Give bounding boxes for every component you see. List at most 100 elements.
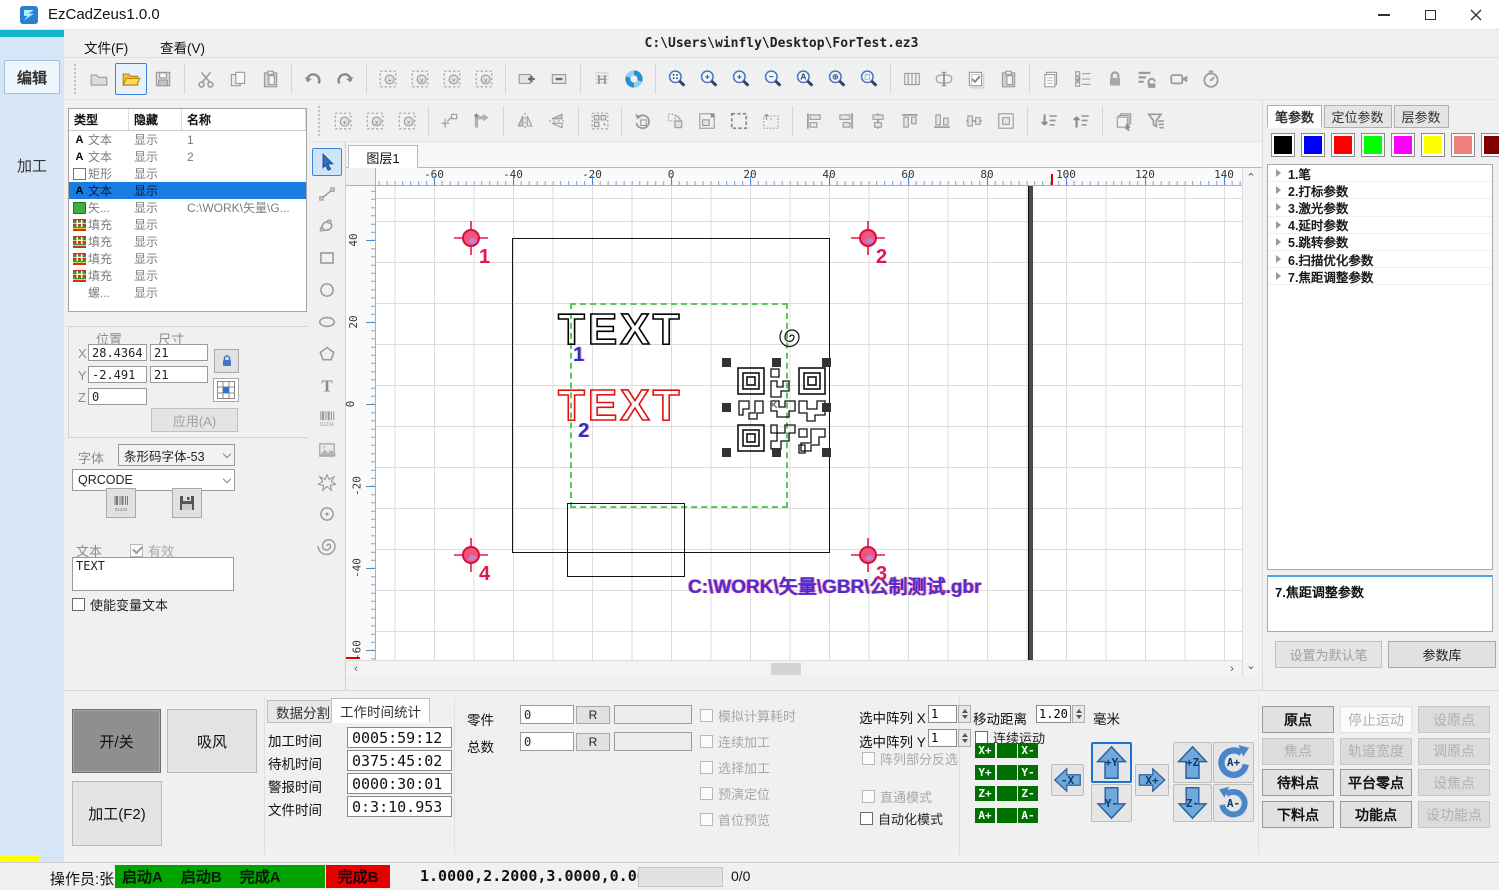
circle-tool[interactable] [312, 276, 342, 304]
object-hidden-state[interactable]: 显示 [129, 216, 182, 233]
zoom-object-icon[interactable]: ⊕ [821, 63, 853, 95]
pen-color-swatch[interactable] [1451, 133, 1475, 157]
pen-color-swatch[interactable] [1421, 133, 1445, 157]
curve-tool[interactable] [312, 212, 342, 240]
spinner-arrows-icon[interactable] [958, 729, 971, 747]
image-tool[interactable] [312, 436, 342, 464]
point-button-12[interactable]: 设功能点 [1418, 801, 1490, 828]
pen-color-swatch[interactable] [1481, 133, 1499, 157]
marquee-dotted-icon[interactable] [755, 105, 787, 137]
copy-layers-icon[interactable] [1108, 105, 1140, 137]
zoom-in-icon[interactable]: + [725, 63, 757, 95]
axis-X+-button[interactable]: X+ [975, 743, 995, 758]
spinner-arrows-icon[interactable] [958, 705, 971, 723]
select-pick-icon[interactable]: x [468, 63, 500, 95]
open-file-icon[interactable] [115, 63, 147, 95]
object-row[interactable]: A文本显示1 [69, 131, 306, 148]
mark-confirm-icon[interactable] [960, 63, 992, 95]
zoom-move-icon[interactable]: + [693, 63, 725, 95]
order-down-icon[interactable] [1033, 105, 1065, 137]
font-dropdown[interactable]: 条形码字体-53 [118, 444, 235, 466]
select-tool[interactable] [312, 148, 342, 176]
object-hidden-state[interactable]: 显示 [129, 182, 182, 199]
point-button-3[interactable]: 设原点 [1418, 706, 1490, 733]
array-y-input[interactable] [928, 729, 957, 747]
redo-icon[interactable] [329, 63, 361, 95]
process-option-checkbox[interactable]: 首位预览 [700, 810, 770, 829]
parameter-item[interactable]: 3.激光参数 [1268, 199, 1492, 216]
clipboard-icon[interactable] [992, 63, 1024, 95]
sidebar-tab-process[interactable]: 加工 [4, 148, 60, 182]
align-right-icon[interactable] [830, 105, 862, 137]
parameter-item[interactable]: 4.延时参数 [1268, 217, 1492, 234]
direct-mode-checkbox[interactable]: 直通模式 [862, 787, 932, 806]
toolbar-drag-handle[interactable] [318, 106, 323, 136]
axis-Y--button[interactable]: Y- [1018, 765, 1038, 780]
parameter-item[interactable]: 7.焦距调整参数 [1268, 268, 1492, 285]
node-select-icon[interactable]: + [327, 105, 359, 137]
anchor-grid-button[interactable] [213, 378, 239, 402]
selection-handle[interactable] [722, 358, 731, 367]
rotate-icon[interactable] [627, 105, 659, 137]
process-option-checkbox[interactable]: 模拟计算耗时 [700, 706, 796, 725]
jog-z-plus-button[interactable]: +Z [1173, 742, 1212, 783]
process-option-checkbox[interactable]: 连续加工 [700, 732, 770, 751]
cut-icon[interactable] [190, 63, 222, 95]
axis-X--button[interactable]: X- [1018, 743, 1038, 758]
jog-z-minus-button[interactable]: Z- [1173, 784, 1212, 822]
object-hidden-state[interactable]: 显示 [129, 165, 182, 182]
new-file-icon[interactable] [83, 63, 115, 95]
timer-icon[interactable] [1195, 63, 1227, 95]
align-center-v-icon[interactable] [958, 105, 990, 137]
red-frame-icon[interactable] [896, 63, 928, 95]
move-distance-spinner[interactable] [1036, 705, 1085, 723]
object-hidden-state[interactable]: 显示 [129, 250, 182, 267]
pen-tab[interactable]: 笔参数 [1267, 105, 1322, 128]
drawing-viewport[interactable]: TEXT 1 TEXT 2 C:\WORK\矢量\GBR\公制测试.gbr 12… [376, 186, 1242, 660]
point-button-11[interactable]: 功能点 [1340, 801, 1412, 828]
suction-button[interactable]: 吸风 [167, 709, 257, 773]
pen-color-swatch[interactable] [1301, 133, 1325, 157]
barcode-tool[interactable]: 01234 [312, 404, 342, 432]
horizontal-scrollbar[interactable]: ‹ › [346, 660, 1242, 676]
pen-color-swatch[interactable] [1331, 133, 1355, 157]
rotate-copy-icon[interactable] [659, 105, 691, 137]
copy-icon[interactable] [222, 63, 254, 95]
selection-handle[interactable] [772, 358, 781, 367]
task-list-icon[interactable] [1067, 63, 1099, 95]
barcode-type-dropdown[interactable]: QRCODE [72, 469, 235, 491]
save-params-button[interactable] [172, 488, 202, 518]
total-count-input[interactable] [520, 732, 574, 751]
marquee-icon[interactable] [723, 105, 755, 137]
pen-color-swatch[interactable] [1271, 133, 1295, 157]
selection-handle[interactable] [822, 358, 831, 367]
save-file-icon[interactable] [147, 63, 179, 95]
move-to-point-icon[interactable] [434, 105, 466, 137]
object-row[interactable]: 矢...显示C:\WORK\矢量\G... [69, 199, 306, 216]
set-default-pen-button[interactable]: 设置为默认笔 [1275, 641, 1382, 668]
add-region-icon[interactable] [511, 63, 543, 95]
sidebar-tab-edit[interactable]: 编辑 [4, 60, 60, 94]
mirror-horizontal-icon[interactable] [541, 105, 573, 137]
selection-handle[interactable] [822, 403, 831, 412]
minimize-button[interactable] [1361, 0, 1407, 30]
axis-A+-button[interactable]: A+ [975, 808, 995, 823]
point-button-6[interactable]: 调原点 [1418, 738, 1490, 765]
point-button-7[interactable]: 待料点 [1262, 769, 1334, 796]
close-button[interactable] [1453, 0, 1499, 30]
text-object-2[interactable]: TEXT [558, 384, 682, 428]
align-bottom-icon[interactable] [926, 105, 958, 137]
object-row[interactable]: H填充显示 [69, 233, 306, 250]
process-button[interactable]: 加工(F2) [72, 781, 162, 846]
move-rotate-icon[interactable] [466, 105, 498, 137]
jog-a-minus-button[interactable]: A- [1213, 784, 1254, 822]
parameter-item[interactable]: 6.扫描优化参数 [1268, 251, 1492, 268]
vector-tool[interactable] [312, 468, 342, 496]
parameter-item[interactable]: 1.笔 [1268, 165, 1492, 182]
unlock-bars-icon[interactable] [1131, 63, 1163, 95]
paste-icon[interactable] [254, 63, 286, 95]
align-top-icon[interactable] [894, 105, 926, 137]
align-left-icon[interactable] [798, 105, 830, 137]
scrollbar-thumb[interactable] [771, 663, 801, 675]
selection-handle[interactable] [722, 403, 731, 412]
